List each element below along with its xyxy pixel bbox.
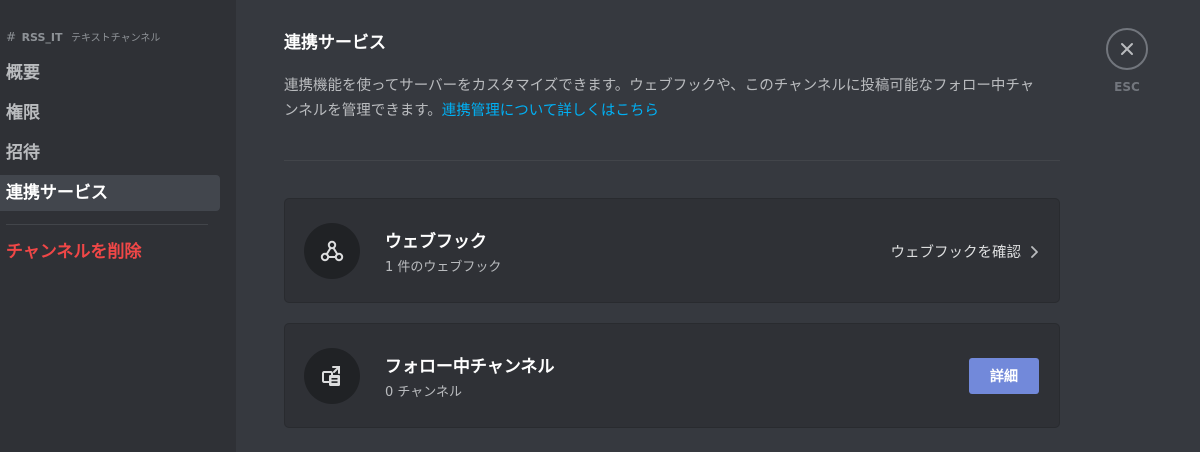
description-text: 連携機能を使ってサーバーをカスタマイズできます。ウェブフックや、このチャンネルに… (284, 78, 1035, 119)
settings-sidebar: # RSS_IT テキストチャンネル 概要 権限 招待 連携サービス チャンネル… (0, 0, 236, 452)
details-button[interactable]: 詳細 (969, 358, 1039, 394)
sidebar-item-permissions[interactable]: 権限 (0, 95, 220, 131)
esc-label: ESC (1114, 80, 1140, 94)
page-description: 連携機能を使ってサーバーをカスタマイズできます。ウェブフックや、このチャンネルに… (284, 74, 1044, 124)
sidebar-item-invites[interactable]: 招待 (0, 135, 220, 171)
main-content: 連携サービス 連携機能を使ってサーバーをカスタマイズできます。ウェブフックや、こ… (236, 0, 1200, 452)
learn-more-link[interactable]: 連携管理について詳しくはこちら (442, 103, 659, 119)
delete-channel-button[interactable]: チャンネルを削除 (0, 234, 220, 270)
followed-channels-title: フォロー中チャンネル (385, 357, 555, 377)
channel-name: RSS_IT (21, 31, 63, 44)
sidebar-item-overview[interactable]: 概要 (0, 55, 220, 91)
webhook-title: ウェブフック (385, 232, 487, 252)
page-title: 連携サービス (284, 33, 386, 53)
close-icon (1121, 43, 1133, 55)
chevron-right-icon (1031, 245, 1038, 258)
webhook-count: 1 件のウェブフック (385, 260, 502, 275)
channel-type: テキストチャンネル (70, 33, 161, 44)
close-button[interactable] (1106, 28, 1148, 70)
channel-hash-icon: # (6, 30, 17, 44)
webhook-icon (304, 223, 360, 279)
followed-channel-icon (304, 348, 360, 404)
sidebar-item-integrations[interactable]: 連携サービス (0, 175, 220, 211)
followed-channels-count: 0 チャンネル (385, 385, 463, 400)
view-webhooks-label: ウェブフックを確認 (890, 245, 1022, 261)
webhook-card[interactable]: ウェブフック 1 件のウェブフック ウェブフックを確認 (284, 198, 1060, 303)
followed-channels-card: フォロー中チャンネル 0 チャンネル 詳細 (284, 323, 1060, 428)
content-divider (284, 160, 1060, 161)
view-webhooks-link[interactable]: ウェブフックを確認 (891, 241, 1040, 262)
sidebar-divider (6, 224, 208, 225)
close-control: ESC (1106, 28, 1150, 94)
channel-header: # RSS_IT テキストチャンネル (6, 29, 160, 44)
